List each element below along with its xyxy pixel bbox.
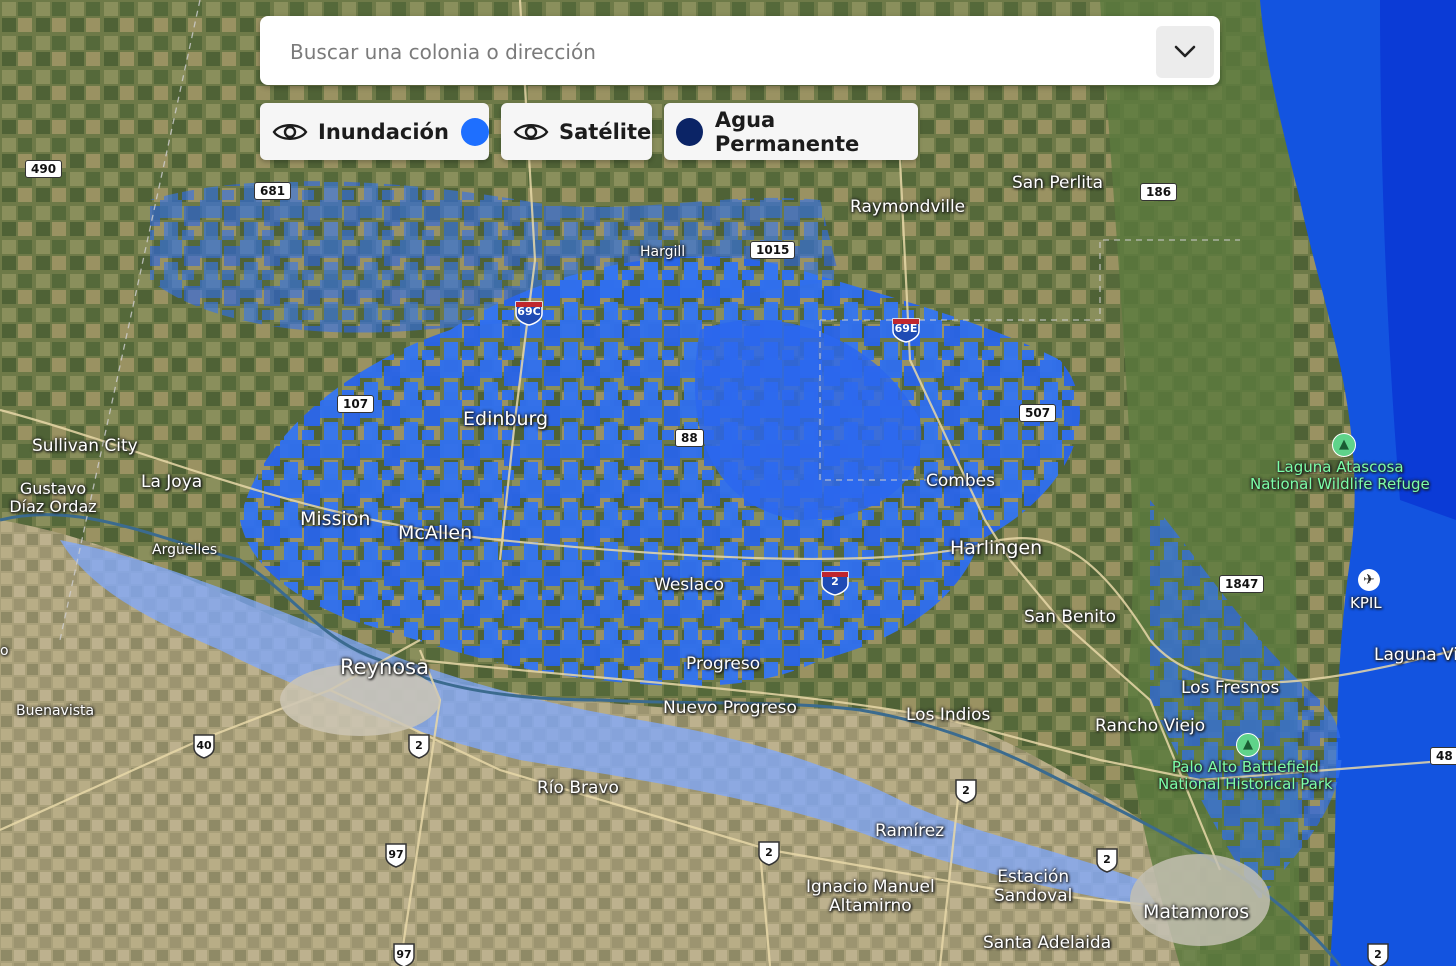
layer-label: Agua Permanente [714,107,860,156]
layer-toggle-permanent-water[interactable]: Agua Permanente [664,103,918,160]
place-label: Los Fresnos [1181,678,1280,698]
flood-color-swatch [460,117,489,146]
place-label: Argüelles [152,542,218,558]
place-label: Laguna Vi [1374,645,1456,665]
place-label: Nuevo Progreso [663,698,797,718]
route-shield: 107 [337,395,375,413]
place-label: Ramírez [875,821,945,841]
search-input[interactable] [288,34,1132,70]
mx-route-shield: 2 [757,840,781,866]
dropdown-button[interactable] [1156,26,1214,78]
route-shield: 1847 [1219,575,1265,593]
layer-toggle-flood[interactable]: Inundación [260,103,489,160]
place-label: Raymondville [850,197,966,217]
place-label: Matamoros [1143,901,1250,923]
mx-route-shield: 97 [392,942,416,966]
mx-route-shield: 2 [954,778,978,804]
map-view[interactable]: Sullivan City Gustavo Díaz Ordaz La Joya… [0,0,1456,966]
eye-icon [272,123,308,140]
mx-route-shield: 2 [1366,942,1390,966]
interstate-shield: 69C [514,300,544,326]
place-label: Hargill [640,244,686,260]
place-label: Combes [926,471,995,491]
place-label: Weslaco [654,575,725,595]
route-shield: 88 [675,429,704,447]
place-label: Reynosa [340,655,429,679]
mx-route-shield: 2 [1095,847,1119,873]
airport-icon[interactable]: ✈ [1358,569,1380,591]
place-label: Río Bravo [537,778,619,798]
place-label: o [0,643,9,659]
chevron-down-icon [1174,45,1196,58]
place-label: Harlingen [950,537,1043,559]
poi-label: Palo Alto Battlefield National Historica… [1158,758,1333,793]
layer-toggle-satellite[interactable]: Satélite [501,103,652,160]
place-label: Sullivan City [32,436,138,456]
place-label: Buenavista [16,703,95,719]
place-label: San Benito [1024,607,1117,627]
eye-icon [513,123,549,140]
interstate-shield: 2 [820,570,850,596]
place-label: San Perlita [1012,173,1104,193]
layer-label: Satélite [559,119,652,144]
park-icon[interactable]: ▲ [1332,433,1356,457]
place-label: McAllen [398,522,473,544]
permanent-water-color-swatch [676,117,703,146]
airport-label: KPIL [1350,594,1382,612]
place-label: Santa Adelaida [983,933,1112,953]
place-label: Edinburg [463,408,549,430]
place-label: Los Indios [906,705,991,725]
route-shield: 490 [25,160,63,178]
place-label: Gustavo Díaz Ordaz [9,479,97,516]
route-shield: 186 [1140,183,1178,201]
route-shield: 681 [254,182,292,200]
mx-route-shield: 97 [384,842,408,868]
place-label: Progreso [686,654,761,674]
route-shield: 1015 [750,241,796,259]
place-label: Estación Sandoval [994,867,1073,906]
place-label: Ignacio Manuel Altamirno [806,877,935,916]
route-shield: 507 [1019,404,1057,422]
poi-label: Laguna Atascosa National Wildlife Refuge [1250,458,1430,493]
place-label: Rancho Viejo [1095,716,1206,736]
layer-label: Inundación [318,119,449,144]
park-icon[interactable]: ▲ [1236,733,1260,757]
mx-route-shield: 2 [407,733,431,759]
place-label: La Joya [141,472,203,492]
mx-route-shield: 40 [192,733,216,759]
search-bar [260,16,1220,85]
route-shield: 48 [1430,747,1456,765]
place-label: Mission [300,508,371,530]
interstate-shield: 69E [891,317,921,343]
